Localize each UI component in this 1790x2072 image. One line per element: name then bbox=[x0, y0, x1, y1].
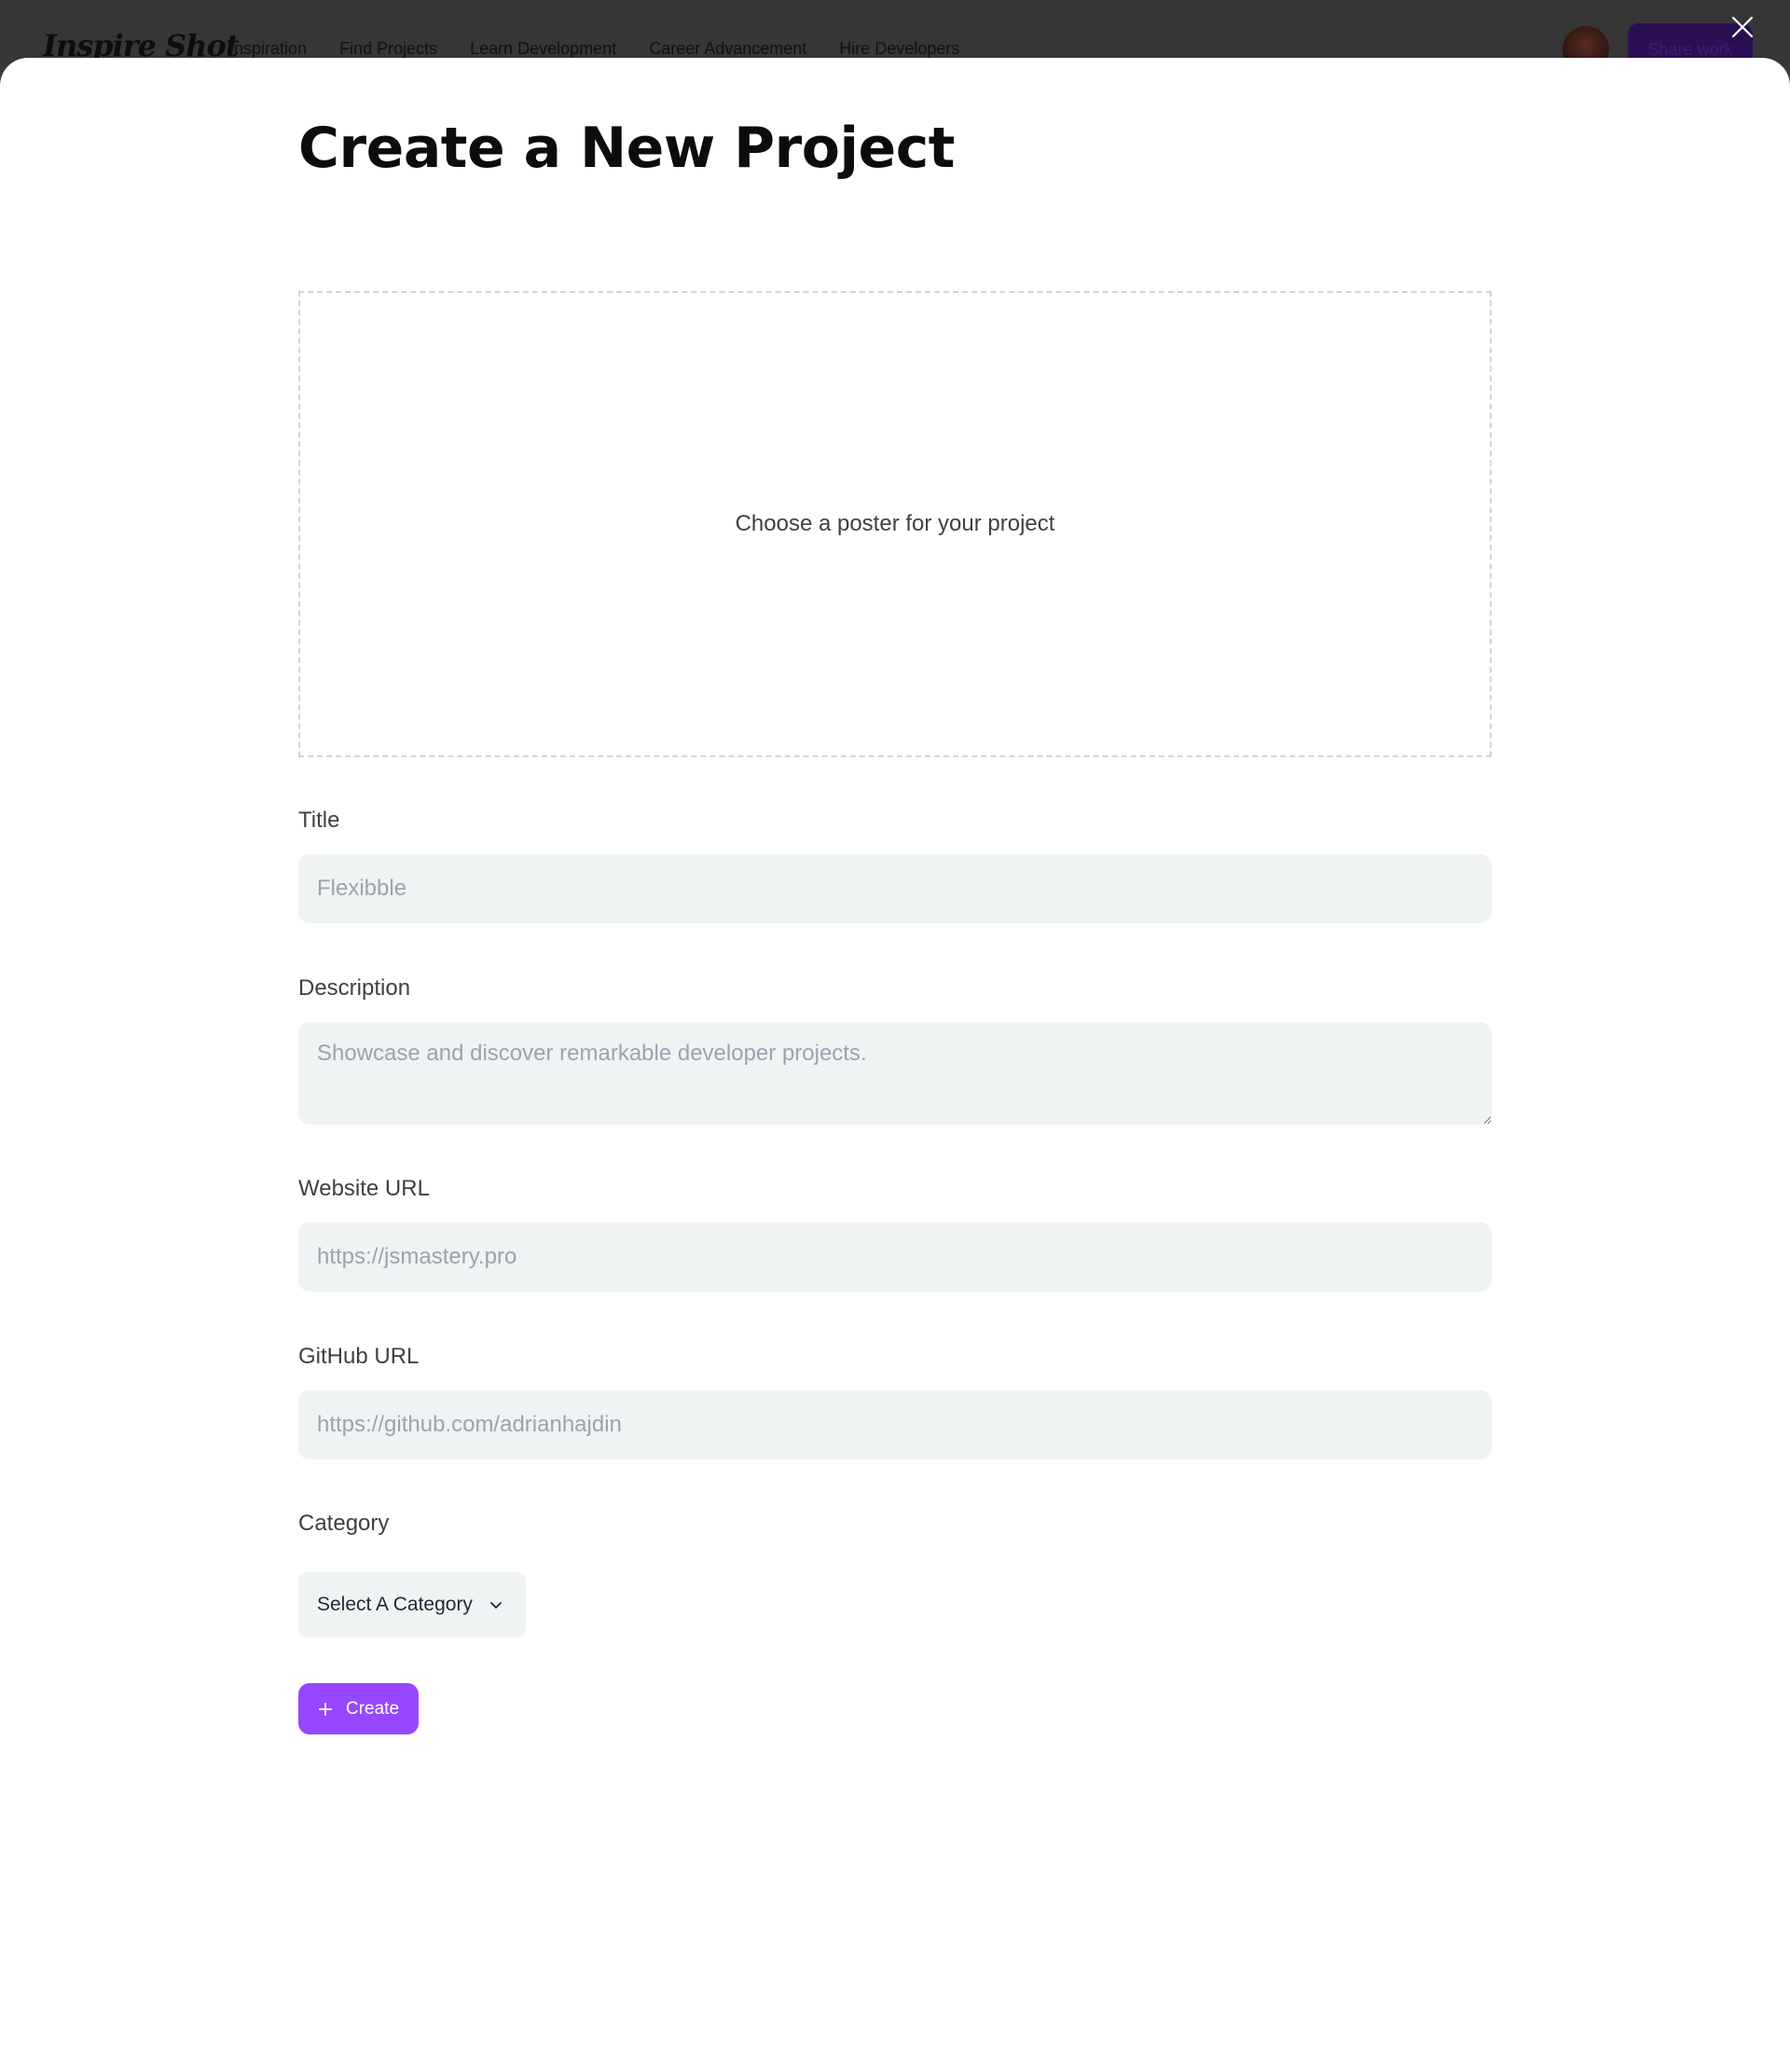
nav-link-hire-developers[interactable]: Hire Developers bbox=[839, 39, 959, 59]
create-project-modal: Create a New Project Choose a poster for… bbox=[0, 58, 1790, 2072]
nav-links: Inspiration Find Projects Learn Developm… bbox=[229, 39, 959, 59]
website-url-label: Website URL bbox=[298, 1176, 430, 1201]
title-input[interactable] bbox=[298, 854, 1492, 923]
category-select[interactable]: Select A Category bbox=[298, 1572, 526, 1637]
plus-icon bbox=[318, 1702, 333, 1717]
create-button-label: Create bbox=[345, 1698, 400, 1719]
github-url-input[interactable] bbox=[298, 1390, 1492, 1459]
poster-upload[interactable]: Choose a poster for your project bbox=[298, 291, 1492, 757]
description-input[interactable] bbox=[298, 1022, 1492, 1125]
chevron-down-icon bbox=[489, 1598, 503, 1611]
close-icon[interactable] bbox=[1730, 15, 1755, 39]
title-label: Title bbox=[298, 808, 340, 833]
github-url-label: GitHub URL bbox=[298, 1344, 420, 1369]
page-title: Create a New Project bbox=[298, 116, 955, 181]
nav-link-career-advancement[interactable]: Career Advancement bbox=[649, 39, 806, 59]
nav-link-learn-development[interactable]: Learn Development bbox=[470, 39, 616, 59]
nav-link-find-projects[interactable]: Find Projects bbox=[339, 39, 437, 59]
poster-upload-label: Choose a poster for your project bbox=[735, 511, 1055, 536]
category-label: Category bbox=[298, 1511, 390, 1536]
description-label: Description bbox=[298, 975, 411, 1001]
category-selected-value: Select A Category bbox=[317, 1594, 473, 1615]
create-button[interactable]: Create bbox=[298, 1683, 419, 1734]
navbar: Inspire Shot Inspiration Find Projects L… bbox=[0, 0, 1790, 76]
website-url-input[interactable] bbox=[298, 1222, 1492, 1292]
nav-link-inspiration[interactable]: Inspiration bbox=[229, 39, 307, 59]
